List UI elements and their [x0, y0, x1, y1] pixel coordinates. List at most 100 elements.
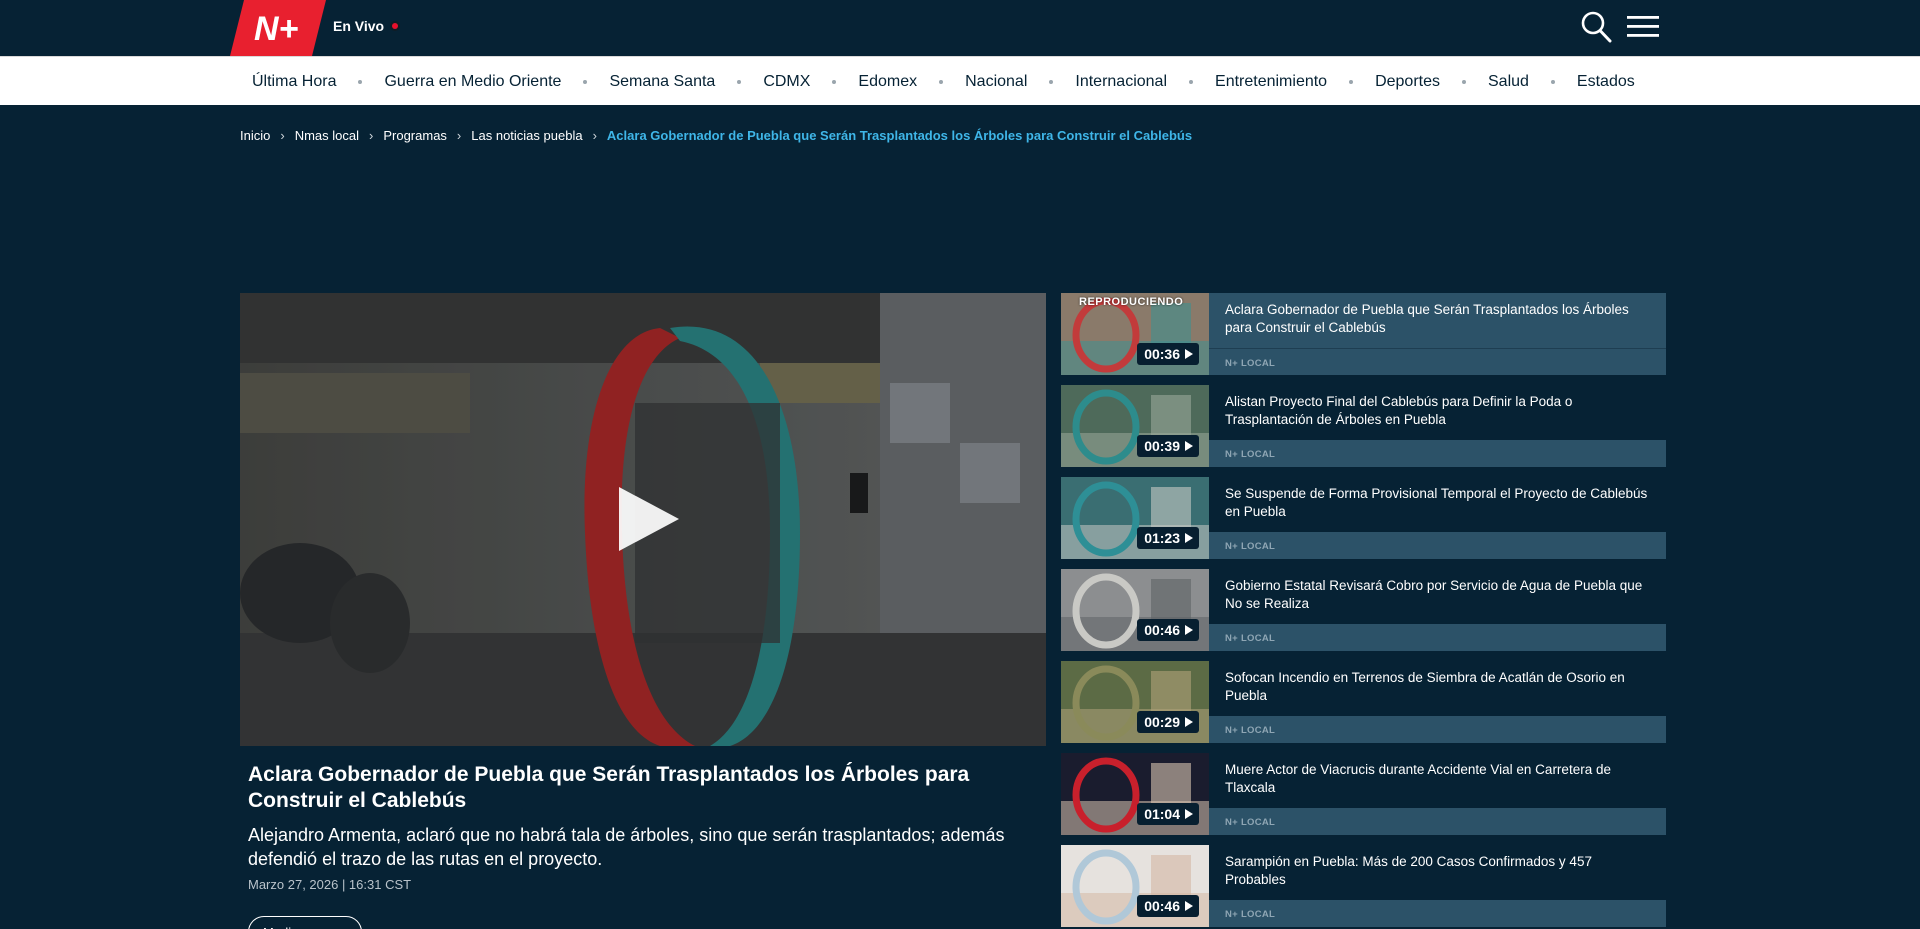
play-icon: [1185, 901, 1193, 911]
playlist-thumbnail: 00:39: [1061, 385, 1209, 467]
chevron-right-icon: ›: [592, 128, 597, 143]
play-icon: [1185, 809, 1193, 819]
playlist-item-title[interactable]: Sofocan Incendio en Terrenos de Siembra …: [1225, 669, 1650, 705]
playlist-item-title[interactable]: Gobierno Estatal Revisará Cobro por Serv…: [1225, 577, 1650, 613]
nav-separator: [1462, 79, 1466, 84]
live-indicator-icon: [390, 21, 401, 31]
nav-item[interactable]: Entretenimiento: [1215, 73, 1327, 91]
now-playing-label: REPRODUCIENDO: [1079, 296, 1184, 308]
playlist-thumbnail: 00:46: [1061, 569, 1209, 651]
play-icon: [1185, 349, 1193, 359]
playlist-item[interactable]: REPRODUCIENDO 00:36 Aclara Gobernador de P…: [1061, 293, 1666, 375]
duration-text: 01:04: [1144, 806, 1180, 822]
playlist-item[interactable]: 00:39 Alistan Proyecto Final del Cablebús…: [1061, 385, 1666, 467]
breadcrumb: Inicio › Nmas local › Programas › Las noticias…: [240, 128, 1192, 143]
duration-badge: 01:04: [1137, 803, 1199, 825]
playlist-item-info: Alistan Proyecto Final del Cablebús para…: [1209, 385, 1666, 467]
play-icon: [1185, 441, 1193, 451]
playlist-item[interactable]: 00:29 Sofocan Incendio en Terrenos de Sie…: [1061, 661, 1666, 743]
playlist-thumbnail: 01:23: [1061, 477, 1209, 559]
breadcrumb-current: Aclara Gobernador de Puebla que Serán Tr…: [606, 128, 1193, 143]
video-description: Alejandro Armenta, aclaró que no habrá t…: [248, 825, 1005, 869]
chevron-right-icon: ›: [280, 128, 285, 143]
nav-item[interactable]: Salud: [1488, 73, 1529, 91]
nav-item[interactable]: Última Hora: [252, 73, 336, 91]
duration-text: 00:36: [1144, 346, 1180, 362]
duration-badge: 00:39: [1137, 435, 1199, 457]
playlist-thumbnail: 00:29: [1061, 661, 1209, 743]
playlist-item-info: Aclara Gobernador de Puebla que Serán Tr…: [1209, 293, 1666, 375]
nav-item[interactable]: Nacional: [965, 73, 1027, 91]
video-title: Aclara Gobernador de Puebla que Serán Tr…: [248, 763, 970, 812]
playlist-item-tag: N+ LOCAL: [1209, 348, 1666, 375]
nav-separator: [939, 79, 944, 84]
nav-item[interactable]: Internacional: [1075, 73, 1167, 91]
hamburger-menu-icon[interactable]: [1626, 12, 1660, 42]
nav-item[interactable]: Deportes: [1375, 73, 1440, 91]
nav-separator: [1049, 79, 1054, 84]
section-nav: Última Hora Guerra en Medio Oriente Semana…: [0, 56, 1920, 105]
playlist-item-info: Se Suspende de Forma Provisional Tempora…: [1209, 477, 1666, 559]
nav-item[interactable]: CDMX: [763, 73, 810, 91]
nav-separator: [737, 79, 742, 84]
duration-text: 00:39: [1144, 438, 1180, 454]
live-label: En Vivo: [333, 18, 385, 34]
playlist-item-tag: N+ LOCAL: [1209, 900, 1666, 927]
play-icon: [1185, 533, 1193, 543]
duration-text: 00:29: [1144, 714, 1180, 730]
duration-badge: 00:46: [1137, 895, 1199, 917]
playlist-item-tag: N+ LOCAL: [1209, 624, 1666, 651]
breadcrumb-link[interactable]: Las noticias puebla: [471, 128, 582, 143]
nplus-logo[interactable]: N+: [230, 0, 326, 56]
main-video-player[interactable]: [240, 293, 1046, 746]
nav-item[interactable]: Estados: [1577, 73, 1635, 91]
breadcrumb-link[interactable]: Programas: [383, 128, 447, 143]
play-icon: [1185, 717, 1193, 727]
playlist-item[interactable]: 01:04 Muere Actor de Viacrucis durante Ac…: [1061, 753, 1666, 835]
nav-separator: [1189, 79, 1194, 84]
nav-separator: [1550, 79, 1555, 84]
section-nav-list: Última Hora Guerra en Medio Oriente Semana…: [252, 57, 1635, 106]
nav-separator: [583, 79, 588, 84]
nav-separator: [1349, 79, 1354, 84]
play-icon: [1185, 625, 1193, 635]
playlist-item-title[interactable]: Muere Actor de Viacrucis durante Acciden…: [1225, 761, 1650, 797]
nav-item[interactable]: Edomex: [858, 73, 917, 91]
topic-tag-button[interactable]: Media Ambiente: [248, 916, 362, 929]
playlist-item-title[interactable]: Aclara Gobernador de Puebla que Serán Tr…: [1225, 301, 1650, 337]
playlist-item-info: Gobierno Estatal Revisará Cobro por Serv…: [1209, 569, 1666, 651]
playlist-item-tag: N+ LOCAL: [1209, 532, 1666, 559]
nav-item[interactable]: Guerra en Medio Oriente: [384, 73, 561, 91]
playlist-item[interactable]: 01:23 Se Suspende de Forma Provisional Te…: [1061, 477, 1666, 559]
svg-text:N+: N+: [254, 10, 299, 48]
duration-text: 01:23: [1144, 530, 1180, 546]
chevron-right-icon: ›: [369, 128, 374, 143]
video-playlist: REPRODUCIENDO 00:36 Aclara Gobernador de P…: [1061, 293, 1666, 929]
playlist-thumbnail: REPRODUCIENDO 00:36: [1061, 293, 1209, 375]
breadcrumb-link[interactable]: Nmas local: [295, 128, 359, 143]
duration-badge: 00:29: [1137, 711, 1199, 733]
live-link[interactable]: En Vivo: [333, 18, 401, 34]
playlist-item[interactable]: 00:46 Sarampión en Puebla: Más de 200 Cas…: [1061, 845, 1666, 927]
chevron-right-icon: ›: [456, 128, 462, 143]
playlist-item-title[interactable]: Se Suspende de Forma Provisional Tempora…: [1225, 485, 1650, 521]
nav-item[interactable]: Semana Santa: [609, 73, 715, 91]
duration-text: 00:46: [1144, 898, 1180, 914]
duration-badge: 00:46: [1137, 619, 1199, 641]
duration-badge: 01:23: [1137, 527, 1199, 549]
playlist-item-title[interactable]: Sarampión en Puebla: Más de 200 Casos Co…: [1225, 853, 1650, 889]
search-icon[interactable]: [1580, 10, 1612, 44]
playlist-item-title[interactable]: Alistan Proyecto Final del Cablebús para…: [1225, 393, 1650, 429]
playlist-thumbnail: 01:04: [1061, 753, 1209, 835]
nav-separator: [358, 79, 363, 84]
playlist-thumbnail: 00:46: [1061, 845, 1209, 927]
playlist-item-tag: N+ LOCAL: [1209, 440, 1666, 467]
duration-text: 00:46: [1144, 622, 1180, 638]
video-date: Marzo 27, 2026 | 16:31 CST: [248, 877, 412, 892]
playlist-item[interactable]: 00:46 Gobierno Estatal Revisará Cobro por…: [1061, 569, 1666, 651]
play-icon[interactable]: [617, 485, 681, 553]
breadcrumb-link[interactable]: Inicio: [240, 128, 270, 143]
playlist-item-info: Sofocan Incendio en Terrenos de Siembra …: [1209, 661, 1666, 743]
playlist-item-tag: N+ LOCAL: [1209, 808, 1666, 835]
nav-separator: [832, 79, 837, 84]
